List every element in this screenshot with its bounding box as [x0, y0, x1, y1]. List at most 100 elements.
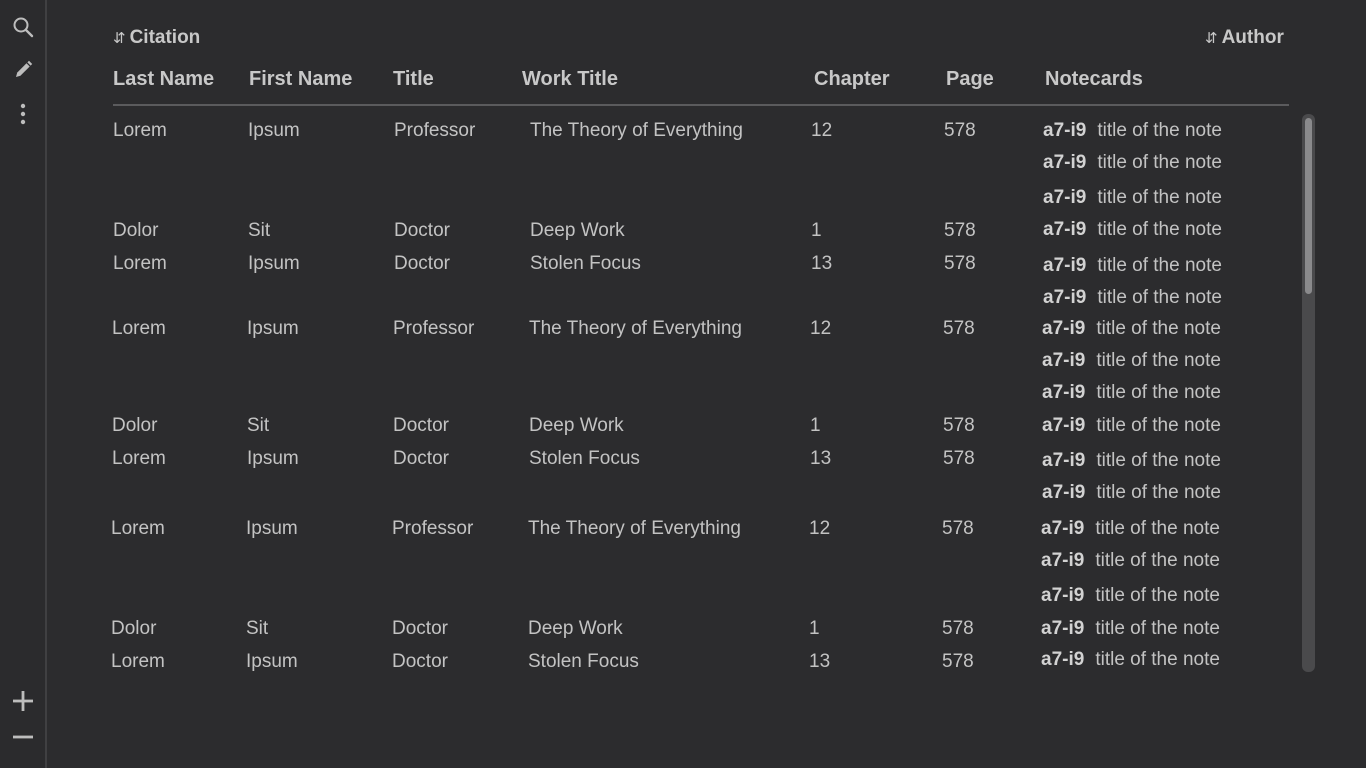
zoom-out-button[interactable] [0, 719, 45, 755]
minus-icon [12, 735, 33, 739]
notecard-id: a7-i9 [1042, 482, 1086, 503]
cell-work-title: Stolen Focus [528, 651, 639, 672]
cell-last-name: Lorem [111, 651, 165, 672]
cell-first-name: Ipsum [248, 120, 300, 141]
more-options-button[interactable] [0, 96, 45, 132]
vertical-scrollbar[interactable] [1302, 114, 1315, 672]
notecard-link[interactable]: a7-i9 title of the note [1041, 618, 1220, 640]
cell-page: 578 [942, 651, 974, 672]
cell-work-title: The Theory of Everything [529, 318, 742, 339]
notecard-link[interactable]: a7-i9 title of the note [1041, 585, 1220, 607]
notecard-link[interactable]: a7-i9 title of the note [1043, 255, 1222, 277]
scrollbar-thumb[interactable] [1305, 118, 1312, 294]
notecard-link[interactable]: a7-i9 title of the note [1042, 482, 1221, 504]
cell-chapter: 1 [809, 618, 820, 639]
cell-first-name: Ipsum [248, 253, 300, 274]
notecard-link[interactable]: a7-i9 title of the note [1042, 382, 1221, 404]
notecard-title: title of the note [1097, 152, 1222, 173]
notecard-link[interactable]: a7-i9 title of the note [1043, 219, 1222, 241]
cell-last-name: Lorem [112, 448, 166, 469]
main-content: ⇵ Citation ⇵ Author Last Name First Name… [47, 0, 1366, 768]
search-button[interactable] [0, 9, 45, 45]
cell-page: 578 [944, 253, 976, 274]
cell-title: Professor [392, 518, 474, 539]
zoom-in-button[interactable] [0, 683, 45, 719]
edit-button[interactable] [0, 52, 45, 88]
notecard-link[interactable]: a7-i9 title of the note [1042, 318, 1221, 340]
notecard-id: a7-i9 [1041, 518, 1085, 539]
cell-title: Doctor [393, 448, 449, 469]
notecard-id: a7-i9 [1041, 618, 1085, 639]
notecard-link[interactable]: a7-i9 title of the note [1042, 450, 1221, 472]
cell-chapter: 12 [809, 518, 831, 539]
notecard-link[interactable]: a7-i9 title of the note [1042, 415, 1221, 437]
cell-work-title: Stolen Focus [529, 448, 640, 469]
cell-work-title: The Theory of Everything [530, 120, 743, 141]
cell-last-name: Lorem [113, 120, 167, 141]
notecard-id: a7-i9 [1041, 649, 1085, 670]
left-toolbar [0, 0, 47, 768]
notecard-link[interactable]: a7-i9 title of the note [1043, 152, 1222, 174]
cell-first-name: Sit [248, 220, 271, 241]
notecard-id: a7-i9 [1042, 382, 1086, 403]
notecard-link[interactable]: a7-i9 title of the note [1042, 350, 1221, 372]
cell-page: 578 [942, 618, 974, 639]
notecard-link[interactable]: a7-i9 title of the note [1041, 649, 1220, 671]
cell-page: 578 [943, 415, 975, 436]
notecard-link[interactable]: a7-i9 title of the note [1041, 550, 1220, 572]
plus-icon [12, 691, 33, 711]
cell-last-name: Dolor [113, 220, 159, 241]
notecard-id: a7-i9 [1042, 318, 1086, 339]
cell-chapter: 13 [809, 651, 831, 672]
cell-title: Doctor [394, 253, 450, 274]
cell-first-name: Ipsum [246, 651, 298, 672]
notecard-title: title of the note [1096, 350, 1221, 371]
cell-work-title: Deep Work [529, 415, 624, 436]
notecard-id: a7-i9 [1042, 450, 1086, 471]
cell-title: Doctor [392, 618, 448, 639]
notecard-title: title of the note [1095, 585, 1220, 606]
table-body: Lorem Ipsum Professor The Theory of Everyth… [47, 0, 1366, 768]
notecard-title: title of the note [1095, 550, 1220, 571]
notecard-title: title of the note [1097, 287, 1222, 308]
notecard-id: a7-i9 [1043, 120, 1087, 141]
notecard-link[interactable]: a7-i9 title of the note [1043, 287, 1222, 309]
cell-chapter: 1 [811, 220, 822, 241]
cell-last-name: Lorem [113, 253, 167, 274]
cell-work-title: Deep Work [530, 220, 625, 241]
notecard-link[interactable]: a7-i9 title of the note [1043, 187, 1222, 209]
cell-first-name: Ipsum [247, 448, 299, 469]
notecard-id: a7-i9 [1041, 585, 1085, 606]
notecard-title: title of the note [1095, 518, 1220, 539]
cell-first-name: Sit [247, 415, 270, 436]
notecard-title: title of the note [1096, 415, 1221, 436]
cell-work-title: Stolen Focus [530, 253, 641, 274]
notecard-id: a7-i9 [1043, 219, 1087, 240]
search-icon [13, 17, 33, 38]
cell-title: Doctor [392, 651, 448, 672]
notecard-title: title of the note [1096, 318, 1221, 339]
cell-last-name: Dolor [112, 415, 158, 436]
cell-work-title: Deep Work [528, 618, 623, 639]
notecard-title: title of the note [1097, 187, 1222, 208]
cell-page: 578 [943, 448, 975, 469]
notecard-title: title of the note [1096, 382, 1221, 403]
cell-page: 578 [943, 318, 975, 339]
notecard-title: title of the note [1096, 482, 1221, 503]
notecard-id: a7-i9 [1041, 550, 1085, 571]
notecard-title: title of the note [1095, 618, 1220, 639]
cell-last-name: Dolor [111, 618, 157, 639]
cell-page: 578 [944, 120, 976, 141]
notecard-title: title of the note [1096, 450, 1221, 471]
notecard-title: title of the note [1095, 649, 1220, 670]
cell-page: 578 [942, 518, 974, 539]
notecard-link[interactable]: a7-i9 title of the note [1043, 120, 1222, 142]
cell-title: Doctor [393, 415, 449, 436]
notecard-title: title of the note [1097, 219, 1222, 240]
cell-title: Professor [394, 120, 476, 141]
notecard-id: a7-i9 [1043, 187, 1087, 208]
notecard-link[interactable]: a7-i9 title of the note [1041, 518, 1220, 540]
cell-chapter: 12 [811, 120, 833, 141]
notecard-id: a7-i9 [1042, 350, 1086, 371]
pencil-icon [15, 60, 32, 77]
